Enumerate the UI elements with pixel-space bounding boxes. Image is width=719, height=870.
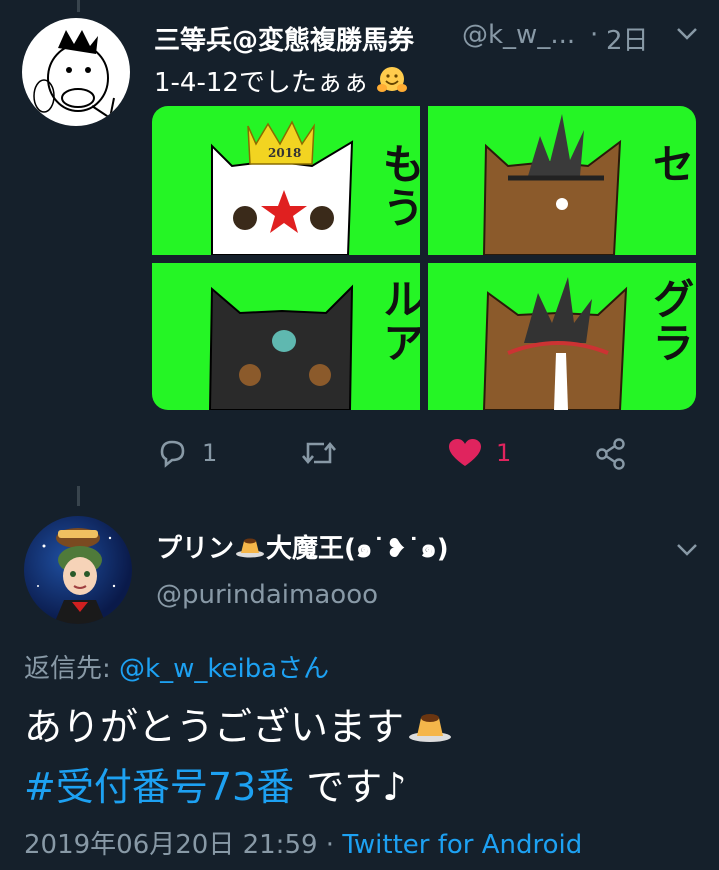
image-caption-2: ①キセ	[646, 142, 695, 186]
reply-button[interactable]: 1	[156, 438, 217, 468]
avatar-tweet-1[interactable]	[22, 18, 130, 126]
user-handle[interactable]: @purindaimaooo	[156, 580, 378, 610]
reply-icon	[160, 440, 185, 468]
tweet-text-line-1: ありがとうございます	[24, 696, 452, 752]
image-panel-3[interactable]: ④アルア	[152, 263, 420, 410]
tweet-text-rest: です♪	[294, 765, 407, 809]
like-button[interactable]: 1	[448, 438, 511, 468]
image-panel-2[interactable]: ①キセ	[428, 106, 696, 255]
tweet-text-body: 1-4-12でしたぁぁ	[154, 68, 369, 98]
pudding-icon	[408, 707, 452, 752]
tweet-text: 1-4-12でしたぁぁ	[154, 62, 408, 101]
heart-icon	[449, 439, 481, 466]
user-handle[interactable]: @k_w_...	[462, 20, 575, 50]
hashtag-link[interactable]: #受付番号73番	[24, 765, 294, 809]
time-separator: ·	[590, 20, 599, 50]
pudding-icon	[235, 534, 265, 565]
hugging-face-icon	[377, 66, 408, 101]
meta-separator: ·	[317, 830, 343, 860]
share-button[interactable]	[596, 438, 626, 470]
tweet-text-body: ありがとうございます	[24, 705, 405, 749]
display-name-post: 大魔王(๑˙❥˙๑)	[266, 534, 449, 564]
horse-cartoon-avatar	[33, 30, 115, 120]
replying-to-label: 返信先:	[24, 654, 120, 684]
tweet-time[interactable]: 2日	[606, 20, 649, 57]
anime-boy-avatar	[37, 528, 116, 624]
avatar-tweet-2[interactable]	[24, 516, 132, 624]
display-name-pre: プリン	[156, 534, 235, 564]
tweet-meta: 2019年06月20日 21:59 · Twitter for Android	[24, 824, 582, 861]
client-link[interactable]: Twitter for Android	[342, 830, 582, 860]
chevron-down-icon[interactable]	[676, 538, 698, 563]
replying-to: 返信先: @k_w_keibaさん	[24, 648, 329, 685]
display-name[interactable]: 三等兵@変態複勝馬券	[154, 20, 414, 57]
thread-line-top	[77, 0, 80, 12]
image-caption-1: もう	[376, 142, 420, 230]
like-count: 1	[496, 439, 512, 467]
image-panel-4[interactable]: ⑫リスグラ	[428, 263, 696, 410]
tweet-text-line-2: #受付番号73番 です♪	[24, 756, 407, 811]
image-panel-1[interactable]: 2018 もう	[152, 106, 420, 255]
image-caption-4: ⑫リスグラ	[646, 277, 695, 365]
display-name[interactable]: プリン 大魔王(๑˙❥˙๑)	[156, 528, 449, 569]
share-icon	[596, 438, 625, 470]
reply-to-mention[interactable]: @k_w_keibaさん	[119, 654, 329, 684]
retweet-button[interactable]	[300, 438, 352, 468]
crown-text: 2018	[268, 146, 302, 160]
image-caption-3: ④アルア	[376, 277, 420, 365]
reply-count: 1	[202, 439, 218, 467]
tweet-date[interactable]: 2019年06月20日 21:59	[24, 830, 318, 860]
tweet-image-grid[interactable]: 2018 もう ①キセ ④アルア	[152, 106, 696, 410]
retweet-icon	[302, 441, 336, 465]
chevron-down-icon[interactable]	[676, 22, 698, 47]
thread-line-bottom	[77, 486, 80, 506]
